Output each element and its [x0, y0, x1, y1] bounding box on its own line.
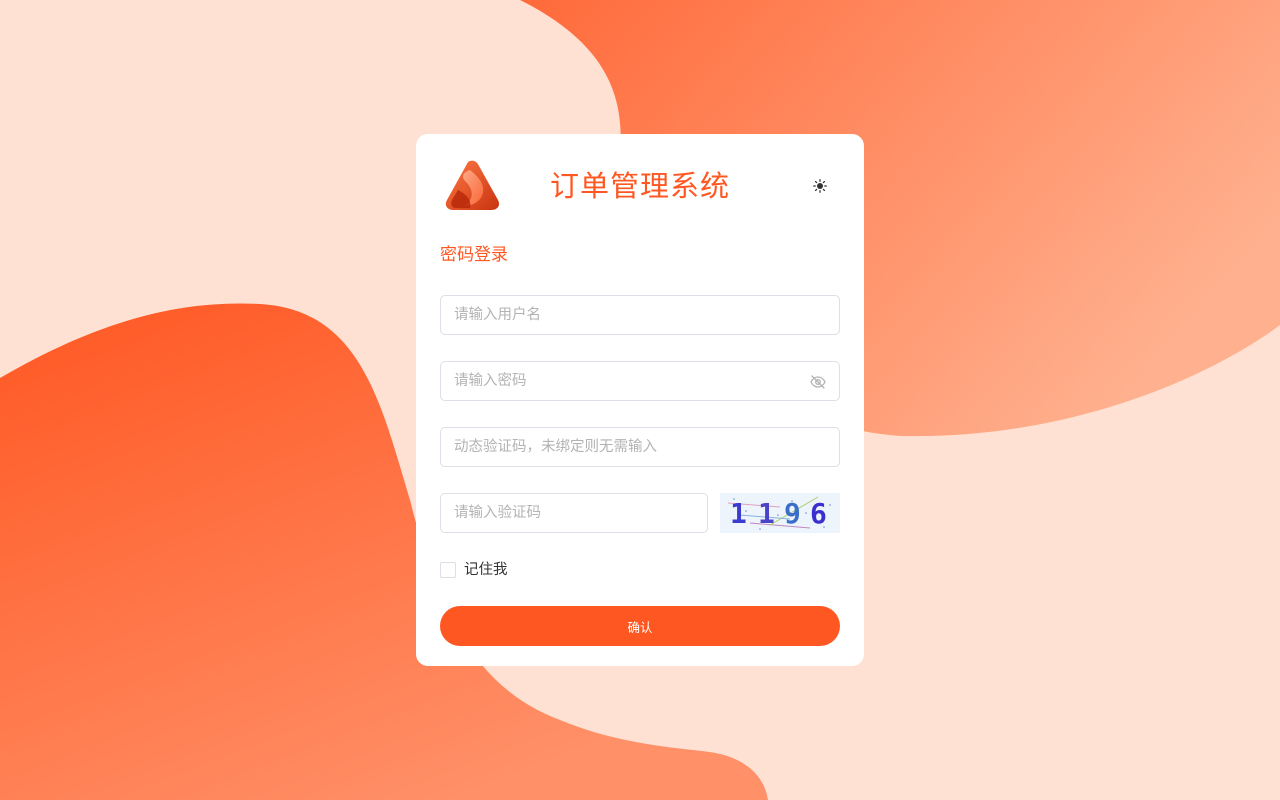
remember-me-label: 记住我 [464, 562, 508, 578]
password-field[interactable] [440, 361, 840, 401]
username-field[interactable] [440, 295, 840, 335]
password-input[interactable] [441, 362, 839, 400]
submit-button[interactable]: 确认 [440, 606, 840, 646]
sun-icon [813, 179, 827, 193]
username-input[interactable] [441, 296, 839, 334]
captcha-image[interactable]: 1 1 9 6 [720, 493, 840, 533]
login-tab-title: 密码登录 [440, 245, 508, 265]
checkbox-box[interactable] [440, 562, 456, 578]
eye-off-icon[interactable] [809, 373, 827, 391]
svg-text:9: 9 [784, 497, 801, 530]
otp-field[interactable] [440, 427, 840, 467]
captcha-input[interactable] [441, 494, 707, 532]
svg-text:6: 6 [810, 497, 827, 530]
captcha-char-1: 1 [730, 497, 747, 530]
login-card: 订单管理系统 密码登录 请输入用户名 动态验证码，未绑定则无需输入 请输入验证码… [416, 134, 864, 666]
theme-toggle-button[interactable] [810, 176, 830, 196]
submit-button-label: 确认 [627, 619, 653, 635]
app-title: 订单管理系统 [549, 169, 730, 203]
remember-me-checkbox[interactable]: 记住我 [440, 560, 508, 580]
otp-input[interactable] [441, 428, 839, 466]
svg-text:1: 1 [758, 497, 775, 530]
captcha-field[interactable] [440, 493, 708, 533]
